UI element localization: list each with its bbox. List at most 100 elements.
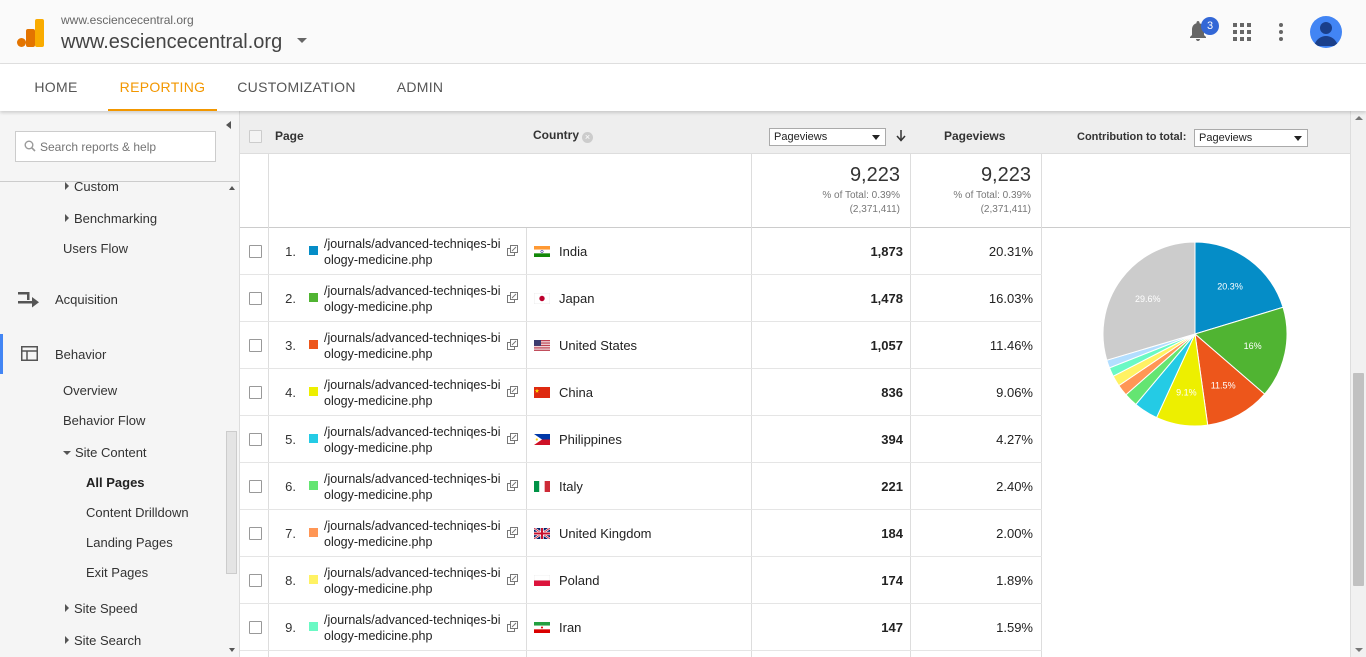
row-rank: 3. (285, 338, 296, 353)
scroll-down-icon[interactable] (1355, 648, 1363, 652)
country-link[interactable]: Japan (559, 291, 594, 306)
page-path-link[interactable]: /journals/advanced-techniqes-biology-med… (324, 612, 506, 644)
column-header-pageviews[interactable]: Pageviews (944, 129, 1005, 143)
search-box[interactable] (15, 131, 216, 162)
pageviews-value: 1,057 (870, 338, 903, 353)
apps-grid-icon[interactable] (1233, 23, 1251, 41)
sidebar-item-site-search[interactable]: Site Search (65, 633, 141, 648)
row-rank: 8. (285, 573, 296, 588)
tab-reporting[interactable]: REPORTING (108, 64, 217, 111)
acquisition-icon (18, 292, 39, 308)
row-checkbox[interactable] (249, 433, 262, 446)
country-link[interactable]: Iran (559, 620, 581, 635)
avatar[interactable] (1310, 16, 1342, 48)
sidebar-item-acquisition[interactable]: Acquisition (55, 292, 118, 307)
pie-slice-label: 11.5% (1211, 381, 1236, 391)
contribution-label: Contribution to total: (1077, 131, 1187, 143)
column-header-country[interactable]: Country × (533, 128, 593, 143)
sidebar-item-benchmarking[interactable]: Benchmarking (65, 211, 157, 226)
row-checkbox[interactable] (249, 292, 262, 305)
sidebar-item-all-pages[interactable]: All Pages (86, 475, 145, 490)
open-external-icon[interactable] (507, 433, 518, 444)
row-rank: 7. (285, 526, 296, 541)
table-row[interactable]: 5. /journals/advanced-techniqes-biology-m… (240, 416, 1042, 463)
country-link[interactable]: Philippines (559, 432, 622, 447)
row-checkbox[interactable] (249, 386, 262, 399)
page-path-link[interactable]: /journals/advanced-techniqes-biology-med… (324, 283, 506, 315)
select-all-checkbox[interactable] (249, 130, 262, 143)
row-checkbox[interactable] (249, 339, 262, 352)
row-checkbox[interactable] (249, 621, 262, 634)
table-row[interactable]: 2. /journals/advanced-techniqes-biology-m… (240, 275, 1042, 322)
scroll-up-icon[interactable] (229, 186, 235, 190)
open-external-icon[interactable] (507, 621, 518, 632)
pageviews-value: 184 (881, 526, 903, 541)
sort-descending-icon[interactable] (896, 130, 906, 142)
tab-home[interactable]: HOME (22, 64, 90, 111)
open-external-icon[interactable] (507, 339, 518, 350)
pageviews-percent: 20.31% (988, 244, 1033, 259)
page-path-link[interactable]: /journals/advanced-techniqes-biology-med… (324, 377, 506, 409)
collapse-sidebar-icon[interactable] (226, 121, 231, 129)
table-row[interactable]: 4. /journals/advanced-techniqes-biology-m… (240, 369, 1042, 416)
more-vert-icon[interactable] (1277, 23, 1285, 41)
table-row[interactable]: 7. /journals/advanced-techniqes-biology-m… (240, 510, 1042, 557)
table-row[interactable]: 9. /journals/advanced-techniqes-biology-m… (240, 604, 1042, 651)
table-row[interactable]: 3. /journals/advanced-techniqes-biology-m… (240, 322, 1042, 369)
sidebar-scrollbar[interactable] (226, 186, 238, 656)
sidebar-item-overview[interactable]: Overview (63, 383, 117, 398)
scroll-up-icon[interactable] (1355, 116, 1363, 120)
analytics-logo[interactable] (17, 19, 45, 47)
sidebar-item-behavior-flow[interactable]: Behavior Flow (63, 413, 145, 428)
country-link[interactable]: Italy (559, 479, 583, 494)
table-row[interactable]: 1. /journals/advanced-techniqes-biology-m… (240, 228, 1042, 275)
chevron-down-icon[interactable] (297, 38, 307, 43)
open-external-icon[interactable] (507, 574, 518, 585)
row-checkbox[interactable] (249, 480, 262, 493)
row-checkbox[interactable] (249, 527, 262, 540)
sidebar-item-users-flow[interactable]: Users Flow (63, 241, 128, 256)
total-pageviews-value: 9,223 (849, 164, 900, 186)
page-scrollbar[interactable] (1350, 111, 1366, 657)
search-input[interactable] (40, 137, 210, 157)
page-path-link[interactable]: /journals/advanced-techniqes-biology-med… (324, 330, 506, 362)
sidebar-scroll-thumb[interactable] (226, 431, 237, 574)
tab-admin[interactable]: ADMIN (388, 64, 452, 111)
contribution-pie-chart: 20.3% 16% 11.5% 9.1% 29.6% (1100, 239, 1290, 434)
sidebar-item-site-speed[interactable]: Site Speed (65, 601, 138, 616)
country-link[interactable]: Poland (559, 573, 599, 588)
sidebar-item-behavior[interactable]: Behavior (55, 347, 106, 362)
row-checkbox[interactable] (249, 245, 262, 258)
remove-dimension-icon[interactable]: × (582, 132, 593, 143)
page-scroll-thumb[interactable] (1353, 373, 1364, 586)
page-path-link[interactable]: /journals/advanced-techniqes-biology-med… (324, 565, 506, 597)
sidebar-item-site-content[interactable]: Site Content (63, 445, 147, 460)
property-selector[interactable]: www.esciencecentral.org (61, 31, 282, 54)
country-link[interactable]: United Kingdom (559, 526, 652, 541)
country-link[interactable]: United States (559, 338, 637, 353)
report-table: Page Country × Pageviews Pageviews Contri… (240, 111, 1350, 657)
sidebar-item-landing-pages[interactable]: Landing Pages (86, 535, 173, 550)
row-checkbox[interactable] (249, 574, 262, 587)
table-row[interactable]: 6. /journals/advanced-techniqes-biology-m… (240, 463, 1042, 510)
open-external-icon[interactable] (507, 292, 518, 303)
open-external-icon[interactable] (507, 480, 518, 491)
country-link[interactable]: India (559, 244, 587, 259)
page-path-link[interactable]: /journals/advanced-techniqes-biology-med… (324, 518, 506, 550)
tab-customization[interactable]: CUSTOMIZATION (231, 64, 362, 111)
page-path-link[interactable]: /journals/advanced-techniqes-biology-med… (324, 471, 506, 503)
open-external-icon[interactable] (507, 386, 518, 397)
country-link[interactable]: China (559, 385, 593, 400)
scroll-down-icon[interactable] (229, 648, 235, 652)
open-external-icon[interactable] (507, 245, 518, 256)
sidebar-item-exit-pages[interactable]: Exit Pages (86, 565, 148, 580)
open-external-icon[interactable] (507, 527, 518, 538)
contribution-select[interactable]: Pageviews (1194, 129, 1308, 147)
series-color-swatch (309, 481, 318, 490)
page-path-link[interactable]: /journals/advanced-techniqes-biology-med… (324, 236, 506, 268)
table-row[interactable]: 8. /journals/advanced-techniqes-biology-m… (240, 557, 1042, 604)
column-header-page[interactable]: Page (275, 129, 304, 143)
sidebar-item-content-drilldown[interactable]: Content Drilldown (86, 505, 189, 520)
metric-select[interactable]: Pageviews (769, 128, 886, 146)
page-path-link[interactable]: /journals/advanced-techniqes-biology-med… (324, 424, 506, 456)
